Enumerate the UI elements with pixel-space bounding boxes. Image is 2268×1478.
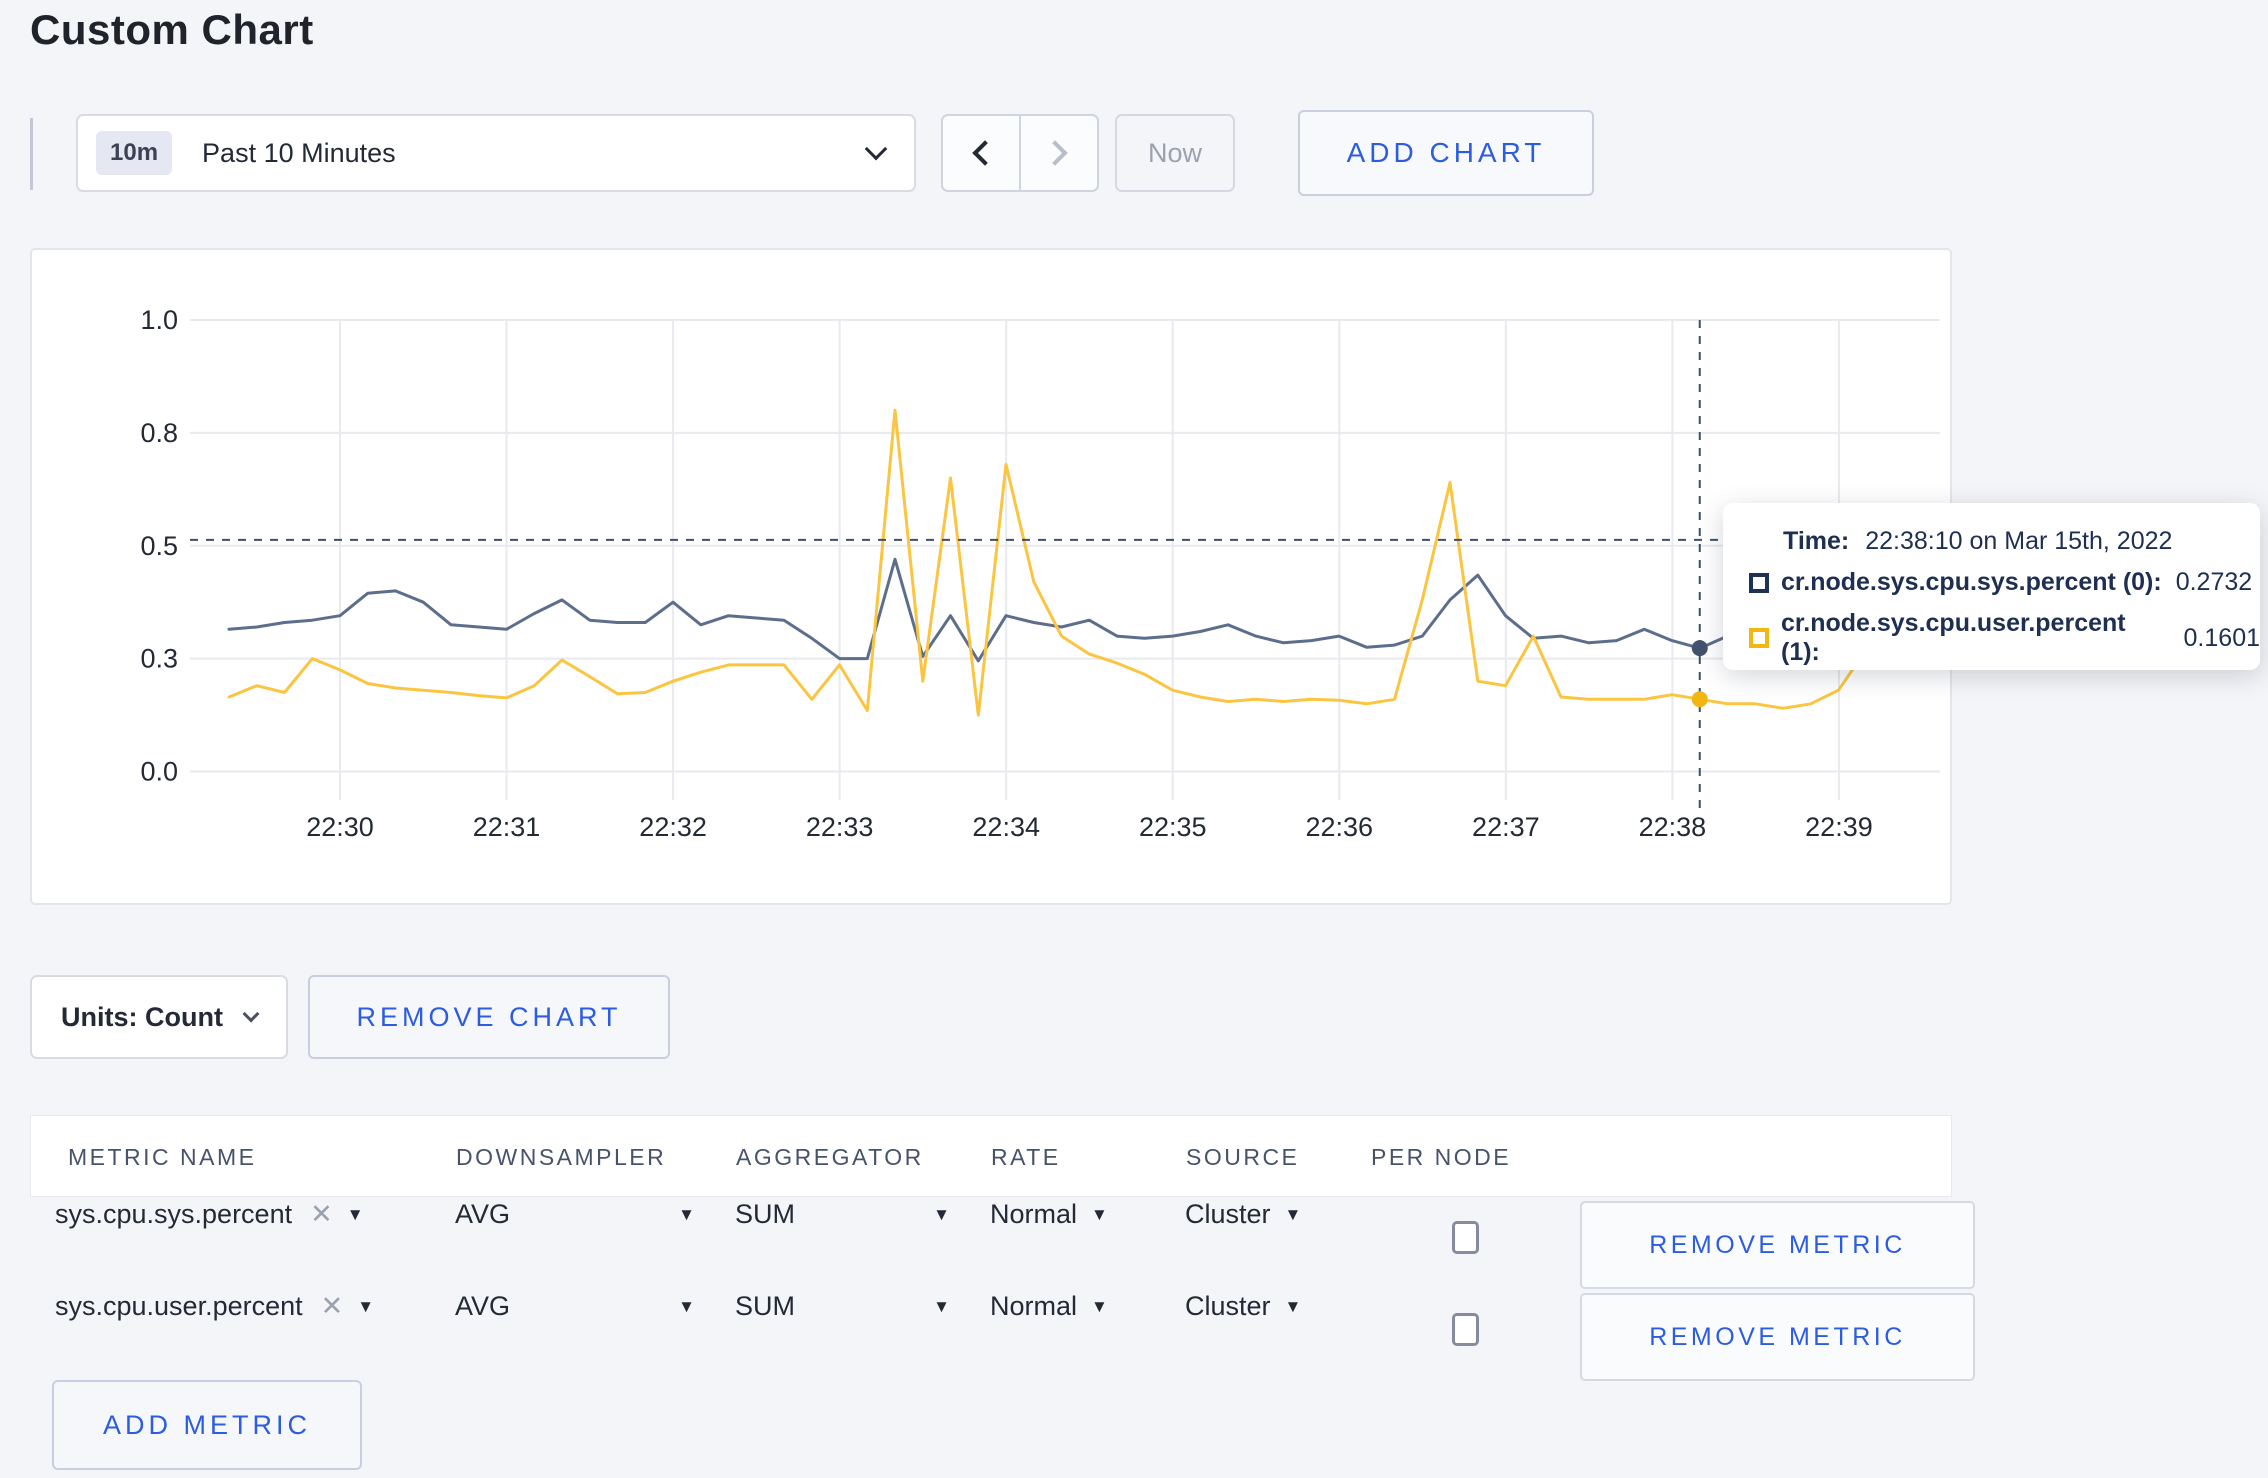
source-label: Cluster [1185,1291,1271,1321]
add-chart-button[interactable]: ADD CHART [1298,110,1594,196]
tooltip-series-row: cr.node.sys.cpu.user.percent (1): 0.1601 [1749,609,2260,667]
svg-text:22:35: 22:35 [1139,812,1207,842]
rate-select[interactable]: Normal ▼ [990,1199,1108,1230]
chevron-right-icon [1042,140,1068,166]
col-source: SOURCE [1186,1144,1300,1170]
svg-text:22:34: 22:34 [972,812,1040,842]
caret-down-icon: ▼ [678,1204,695,1224]
add-metric-button[interactable]: ADD METRIC [52,1380,362,1470]
rate-select[interactable]: Normal ▼ [990,1291,1108,1322]
units-label: Units: Count [61,1001,223,1032]
page-title: Custom Chart [30,6,314,53]
remove-metric-button[interactable]: REMOVE METRIC [1580,1201,1975,1289]
downsampler-select[interactable]: AVG ▼ [455,1199,695,1230]
caret-down-icon: ▼ [1091,1204,1108,1224]
caret-down-icon: ▼ [933,1204,950,1224]
col-metric-name: METRIC NAME [68,1144,257,1170]
aggregator-label: SUM [735,1291,795,1321]
next-button[interactable] [1019,116,1097,190]
rate-label: Normal [990,1291,1078,1321]
metrics-table-header: METRIC NAME DOWNSAMPLER AGGREGATOR RATE … [30,1115,1952,1197]
svg-text:22:37: 22:37 [1472,812,1540,842]
tooltip-series-row: cr.node.sys.cpu.sys.percent (0): 0.2732 [1749,568,2260,597]
aggregator-select[interactable]: SUM ▼ [735,1291,950,1322]
col-aggregator: AGGREGATOR [736,1144,924,1170]
aggregator-label: SUM [735,1199,795,1229]
units-select[interactable]: Units: Count [30,975,288,1059]
caret-down-icon: ▼ [678,1296,695,1316]
series-sys-swatch-icon [1749,572,1769,593]
source-select[interactable]: Cluster ▼ [1185,1199,1301,1230]
caret-down-icon: ▼ [1091,1296,1108,1316]
remove-x-icon[interactable]: ✕ [310,1199,333,1230]
tooltip-series-value: 0.1601 [2183,623,2260,652]
downsampler-label: AVG [455,1291,511,1321]
metric-name-label: sys.cpu.sys.percent [55,1199,293,1229]
toolbar-divider [30,118,33,190]
svg-text:0.5: 0.5 [140,531,178,561]
tooltip-time-row: Time: 22:38:10 on Mar 15th, 2022 [1749,527,2260,556]
metric-row: sys.cpu.user.percent ✕ ▼ AVG ▼ SUM ▼ Nor… [30,1291,1975,1383]
chevron-left-icon [972,140,998,166]
svg-text:0.0: 0.0 [140,757,178,787]
series-user-swatch-icon [1749,628,1769,648]
svg-text:22:33: 22:33 [806,812,874,842]
col-per-node: PER NODE [1371,1144,1512,1170]
tooltip-time-value: 22:38:10 on Mar 15th, 2022 [1865,527,2173,555]
tooltip-series-name: cr.node.sys.cpu.sys.percent (0): [1781,568,2162,596]
downsampler-select[interactable]: AVG ▼ [455,1291,695,1322]
rate-label: Normal [990,1199,1078,1229]
metric-name-label: sys.cpu.user.percent [55,1291,303,1321]
remove-x-icon[interactable]: ✕ [321,1291,344,1322]
remove-chart-button[interactable]: REMOVE CHART [308,975,670,1059]
cpu-line-chart[interactable]: 0.0 0.3 0.5 0.8 1.0 22:30 22:31 22:32 22:33 22:34… [30,248,1952,905]
now-button[interactable]: Now [1115,114,1235,192]
metric-row: sys.cpu.sys.percent ✕ ▼ AVG ▼ SUM ▼ Norm… [30,1199,1975,1291]
time-range-select[interactable]: 10m Past 10 Minutes [76,114,916,192]
source-select[interactable]: Cluster ▼ [1185,1291,1301,1322]
tooltip-series-value: 0.2732 [2175,568,2253,596]
caret-down-icon: ▼ [346,1204,364,1224]
downsampler-label: AVG [455,1199,511,1229]
caret-down-icon: ▼ [933,1296,950,1316]
chevron-down-icon [242,1005,260,1023]
svg-text:22:39: 22:39 [1805,812,1873,842]
svg-text:0.3: 0.3 [140,644,178,674]
svg-text:1.0: 1.0 [140,305,178,335]
aggregator-select[interactable]: SUM ▼ [735,1199,950,1230]
time-range-badge: 10m [96,131,173,175]
caret-down-icon: ▼ [1284,1204,1302,1224]
svg-text:22:38: 22:38 [1639,812,1707,842]
caret-down-icon: ▼ [357,1296,375,1316]
col-downsampler: DOWNSAMPLER [456,1144,667,1170]
metric-name-select[interactable]: sys.cpu.user.percent ✕ ▼ [55,1291,400,1322]
tooltip-time-label: Time: [1783,527,1850,555]
source-label: Cluster [1185,1199,1271,1229]
tooltip-series-name: cr.node.sys.cpu.user.percent (1): [1781,609,2126,666]
prev-button[interactable] [943,116,1019,190]
svg-text:22:30: 22:30 [306,812,374,842]
chevron-down-icon [864,137,888,161]
svg-text:0.8: 0.8 [140,418,178,448]
remove-metric-button[interactable]: REMOVE METRIC [1580,1293,1975,1381]
chart-tooltip: Time: 22:38:10 on Mar 15th, 2022 cr.node… [1723,503,2260,670]
col-rate: RATE [991,1144,1061,1170]
time-range-label: Past 10 Minutes [202,137,396,168]
per-node-checkbox[interactable] [1452,1221,1479,1254]
time-window-nav [941,114,1099,192]
svg-text:22:36: 22:36 [1306,812,1374,842]
per-node-checkbox[interactable] [1452,1313,1479,1346]
svg-text:22:31: 22:31 [473,812,541,842]
caret-down-icon: ▼ [1284,1296,1302,1316]
svg-text:22:32: 22:32 [639,812,707,842]
metric-name-select[interactable]: sys.cpu.sys.percent ✕ ▼ [55,1199,400,1230]
